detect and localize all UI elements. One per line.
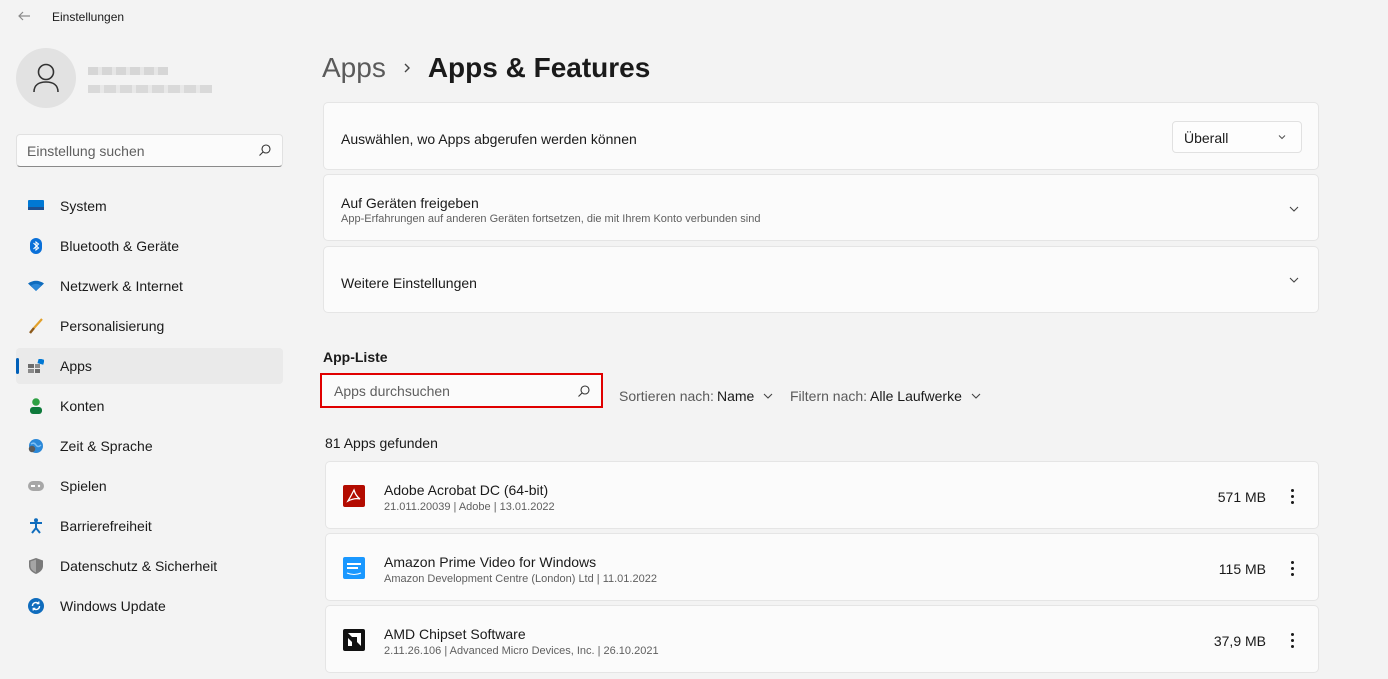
more-options-icon[interactable] (1284, 630, 1300, 650)
list-item[interactable]: Amazon Prime Video for Windows Amazon De… (325, 533, 1319, 601)
sidebar-item-windows-update[interactable]: Windows Update (16, 588, 283, 624)
gamepad-icon (28, 478, 44, 494)
more-settings-card[interactable]: Weitere Einstellungen (323, 246, 1319, 313)
app-size: 115 MB (1218, 561, 1266, 577)
more-settings-label: Weitere Einstellungen (341, 275, 477, 291)
sidebar-item-label: Windows Update (60, 598, 166, 614)
person-icon (33, 63, 59, 93)
sidebar-item-label: Netzwerk & Internet (60, 278, 183, 294)
page-title: Apps & Features (427, 52, 651, 83)
chevron-right-icon (402, 61, 412, 75)
chevron-down-icon (1278, 135, 1286, 140)
user-name-blurred (88, 67, 168, 75)
avatar[interactable] (16, 48, 76, 108)
share-description: App-Erfahrungen auf anderen Geräten fort… (341, 213, 761, 225)
back-arrow-icon[interactable] (16, 9, 32, 25)
sidebar-item-privacy-security[interactable]: Datenschutz & Sicherheit (16, 548, 283, 584)
share-across-devices-card[interactable]: Auf Geräten freigeben App-Erfahrungen au… (323, 174, 1319, 241)
sort-value: Name (716, 388, 755, 404)
app-name: Adobe Acrobat DC (64-bit) (384, 482, 549, 498)
app-list-heading: App-Liste (323, 349, 388, 365)
more-options-icon[interactable] (1284, 558, 1300, 578)
filter-dropdown[interactable]: Filtern nach: Alle Laufwerke (790, 388, 982, 404)
sidebar-item-label: Barrierefreiheit (60, 518, 152, 534)
list-item[interactable]: Adobe Acrobat DC (64-bit) 21.011.20039 |… (325, 461, 1319, 529)
app-size: 37,9 MB (1213, 633, 1266, 649)
filter-label: Filtern nach: (790, 388, 868, 404)
wifi-icon (28, 278, 44, 294)
app-meta: 2.11.26.106 | Advanced Micro Devices, In… (384, 645, 659, 657)
sidebar-item-label: Konten (60, 398, 105, 414)
accessibility-icon (28, 518, 44, 534)
settings-search-input[interactable] (17, 135, 237, 166)
title-bar: Einstellungen (0, 0, 1388, 34)
sidebar-item-personalization[interactable]: Personalisierung (16, 308, 283, 344)
person-icon (28, 398, 44, 414)
window-title: Einstellungen (52, 10, 125, 24)
share-label: Auf Geräten freigeben (341, 195, 479, 211)
app-source-label: Auswählen, wo Apps abgerufen werden könn… (341, 131, 637, 147)
app-source-dropdown[interactable]: Überall (1172, 121, 1302, 153)
chevron-down-icon[interactable] (1288, 203, 1300, 215)
app-name: Amazon Prime Video for Windows (384, 554, 597, 570)
sidebar-item-label: Zeit & Sprache (60, 438, 153, 454)
sidebar-item-label: Spielen (60, 478, 107, 494)
breadcrumb: Apps Apps & Features (322, 50, 650, 86)
sidebar-item-network[interactable]: Netzwerk & Internet (16, 268, 283, 304)
sort-dropdown[interactable]: Sortieren nach: Name (619, 388, 774, 404)
chevron-down-icon (763, 393, 773, 399)
app-size: 571 MB (1217, 489, 1266, 505)
app-count: 81 Apps gefunden (325, 435, 438, 451)
app-meta: 21.011.20039 | Adobe | 13.01.2022 (384, 501, 555, 513)
chevron-down-icon[interactable] (1288, 274, 1300, 286)
globe-clock-icon (28, 438, 44, 454)
sidebar-item-label: Datenschutz & Sicherheit (60, 558, 218, 574)
sidebar-item-gaming[interactable]: Spielen (16, 468, 283, 504)
user-email-blurred (88, 85, 212, 93)
search-icon[interactable] (577, 384, 591, 398)
monitor-icon (28, 198, 44, 214)
sidebar-item-label: Bluetooth & Geräte (60, 238, 180, 254)
more-options-icon[interactable] (1284, 486, 1300, 506)
app-search-input[interactable] (322, 375, 562, 406)
brush-icon (28, 318, 44, 334)
sidebar-item-label: System (60, 198, 107, 214)
settings-search-box[interactable] (16, 134, 283, 167)
sidebar-nav: System Bluetooth & Geräte Netzwerk & Int… (16, 188, 283, 628)
filter-value: Alle Laufwerke (870, 388, 962, 404)
app-source-card: Auswählen, wo Apps abgerufen werden könn… (323, 102, 1319, 170)
app-meta: Amazon Development Centre (London) Ltd |… (384, 573, 657, 585)
update-icon (28, 598, 44, 614)
amd-icon (343, 629, 365, 651)
breadcrumb-parent[interactable]: Apps (322, 52, 386, 84)
search-icon[interactable] (258, 143, 272, 157)
sidebar-item-bluetooth[interactable]: Bluetooth & Geräte (16, 228, 283, 264)
adobe-acrobat-icon (343, 485, 365, 507)
sidebar-item-system[interactable]: System (16, 188, 283, 224)
sort-label: Sortieren nach: (619, 388, 714, 404)
sidebar-item-label: Apps (60, 358, 92, 374)
sidebar-item-label: Personalisierung (60, 318, 165, 334)
chevron-down-icon (971, 393, 981, 399)
sidebar-item-apps[interactable]: Apps (16, 348, 283, 384)
sidebar-item-accessibility[interactable]: Barrierefreiheit (16, 508, 283, 544)
sidebar-item-accounts[interactable]: Konten (16, 388, 283, 424)
apps-icon (28, 358, 44, 374)
app-name: AMD Chipset Software (384, 626, 526, 642)
shield-icon (28, 558, 44, 574)
app-search-box[interactable] (320, 373, 603, 408)
sidebar-item-time-language[interactable]: Zeit & Sprache (16, 428, 283, 464)
prime-video-icon (343, 557, 365, 579)
list-item[interactable]: AMD Chipset Software 2.11.26.106 | Advan… (325, 605, 1319, 673)
bluetooth-icon (28, 238, 44, 254)
app-source-value: Überall (1184, 130, 1229, 146)
